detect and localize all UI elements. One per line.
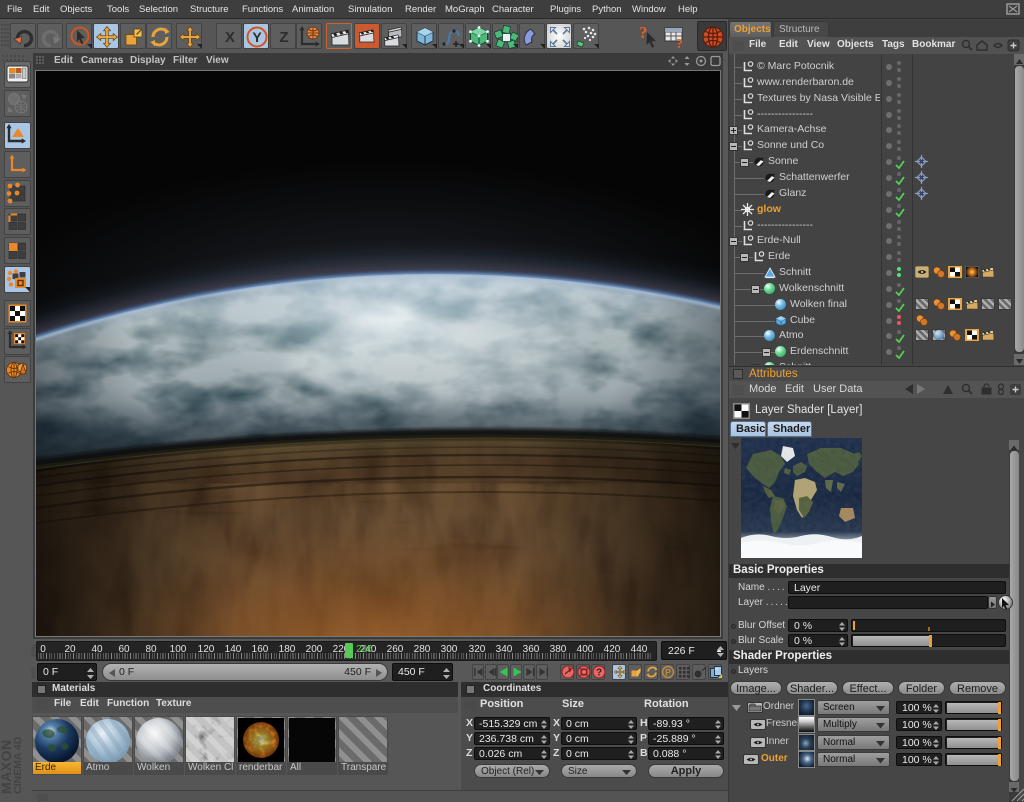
svg-text:Z: Z [279,29,288,46]
svg-text:360: 360 [523,644,540,655]
svg-text:440: 440 [631,644,648,655]
svg-text:320: 320 [469,644,486,655]
svg-text:40: 40 [91,644,103,655]
svg-text:200: 200 [306,644,323,655]
svg-text:280: 280 [414,644,431,655]
svg-text:X: X [225,29,235,46]
svg-text:180: 180 [279,644,296,655]
svg-text:0: 0 [40,644,46,655]
svg-text:P: P [665,668,671,678]
svg-text:20: 20 [64,644,76,655]
svg-text:260: 260 [387,644,404,655]
svg-text:420: 420 [604,644,621,655]
svg-text:?: ? [596,668,602,679]
svg-text:140: 140 [225,644,242,655]
svg-text:120: 120 [198,644,215,655]
svg-text:100: 100 [170,644,187,655]
svg-text:Y: Y [252,29,262,45]
svg-text:380: 380 [550,644,567,655]
svg-text:60: 60 [118,644,130,655]
svg-text:340: 340 [496,644,513,655]
svg-text:?: ? [676,37,683,50]
svg-text:400: 400 [577,644,594,655]
svg-text:300: 300 [441,644,458,655]
svg-text:?: ? [639,24,648,42]
svg-text:226: 226 [356,644,373,655]
svg-text:80: 80 [145,644,157,655]
svg-text:160: 160 [252,644,269,655]
